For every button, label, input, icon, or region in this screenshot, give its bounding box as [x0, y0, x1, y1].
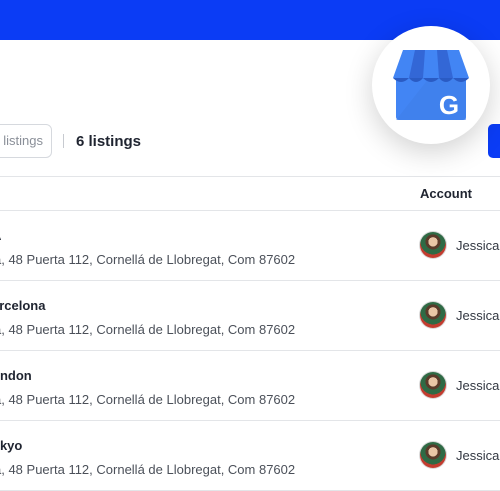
- table-row[interactable]: okyo a, 48 Puerta 112, Cornellá de Llobr…: [0, 421, 500, 491]
- listing-title: A: [0, 228, 1, 243]
- account-name: Jessica: [456, 378, 500, 393]
- listing-title: okyo: [0, 438, 23, 453]
- listing-address: a, 48 Puerta 112, Cornellá de Llobregat,…: [0, 322, 296, 337]
- table-header-top-border: [0, 176, 500, 177]
- listing-title: ondon: [0, 368, 32, 383]
- listing-title: arcelona: [0, 298, 46, 313]
- account-name: Jessica: [456, 308, 500, 323]
- listing-address: a, 48 Puerta 112, Cornellá de Llobregat,…: [0, 392, 296, 407]
- account-avatar: [420, 442, 446, 468]
- toolbar-divider: [63, 134, 64, 148]
- table-row[interactable]: arcelona a, 48 Puerta 112, Cornellá de L…: [0, 281, 500, 351]
- account-avatar: [420, 302, 446, 328]
- table-row[interactable]: ondon a, 48 Puerta 112, Cornellá de Llob…: [0, 351, 500, 421]
- filter-listings-button[interactable]: listings: [0, 124, 52, 158]
- google-my-business-icon: G: [393, 50, 469, 120]
- column-header-account[interactable]: Account: [420, 186, 472, 201]
- badge-letter: G: [439, 90, 459, 120]
- account-avatar: [420, 372, 446, 398]
- account-avatar: [420, 232, 446, 258]
- listing-count: 6 listings: [76, 133, 142, 150]
- listing-address: a, 48 Puerta 112, Cornellá de Llobregat,…: [0, 462, 296, 477]
- table-row[interactable]: A a, 48 Puerta 112, Cornellá de Llobrega…: [0, 211, 500, 281]
- listing-address: a, 48 Puerta 112, Cornellá de Llobregat,…: [0, 252, 296, 267]
- google-my-business-badge: G: [372, 26, 490, 144]
- primary-action-button[interactable]: [488, 124, 500, 158]
- account-name: Jessica: [456, 238, 500, 253]
- account-name: Jessica: [456, 448, 500, 463]
